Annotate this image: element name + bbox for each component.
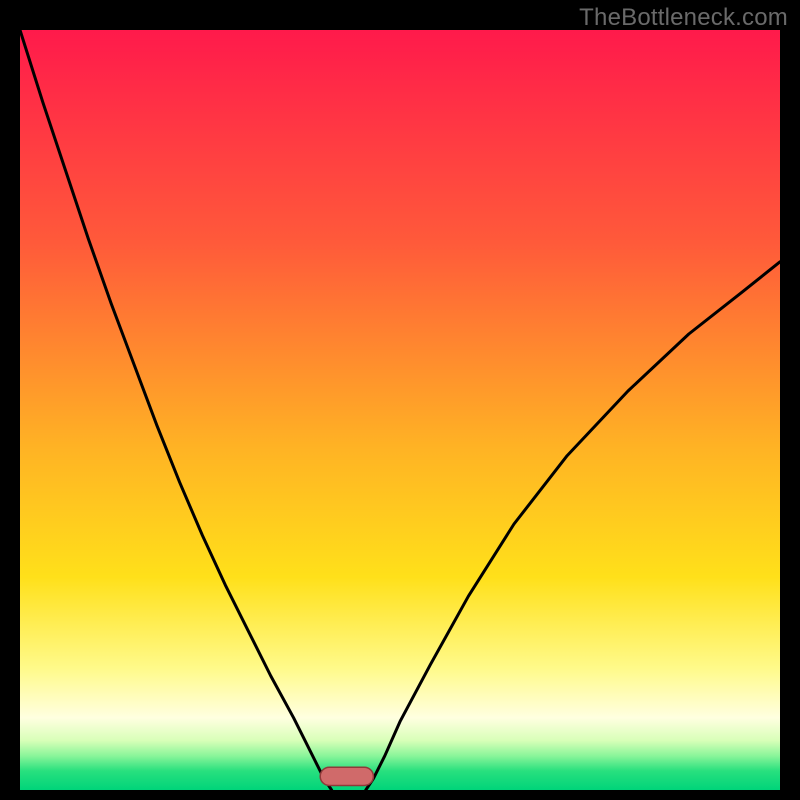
chart-root: TheBottleneck.com [0,0,800,800]
minimum-marker [320,767,373,785]
gradient-background [20,30,780,790]
chart-svg [20,30,780,790]
watermark-text: TheBottleneck.com [579,4,788,32]
plot-area [20,30,780,790]
